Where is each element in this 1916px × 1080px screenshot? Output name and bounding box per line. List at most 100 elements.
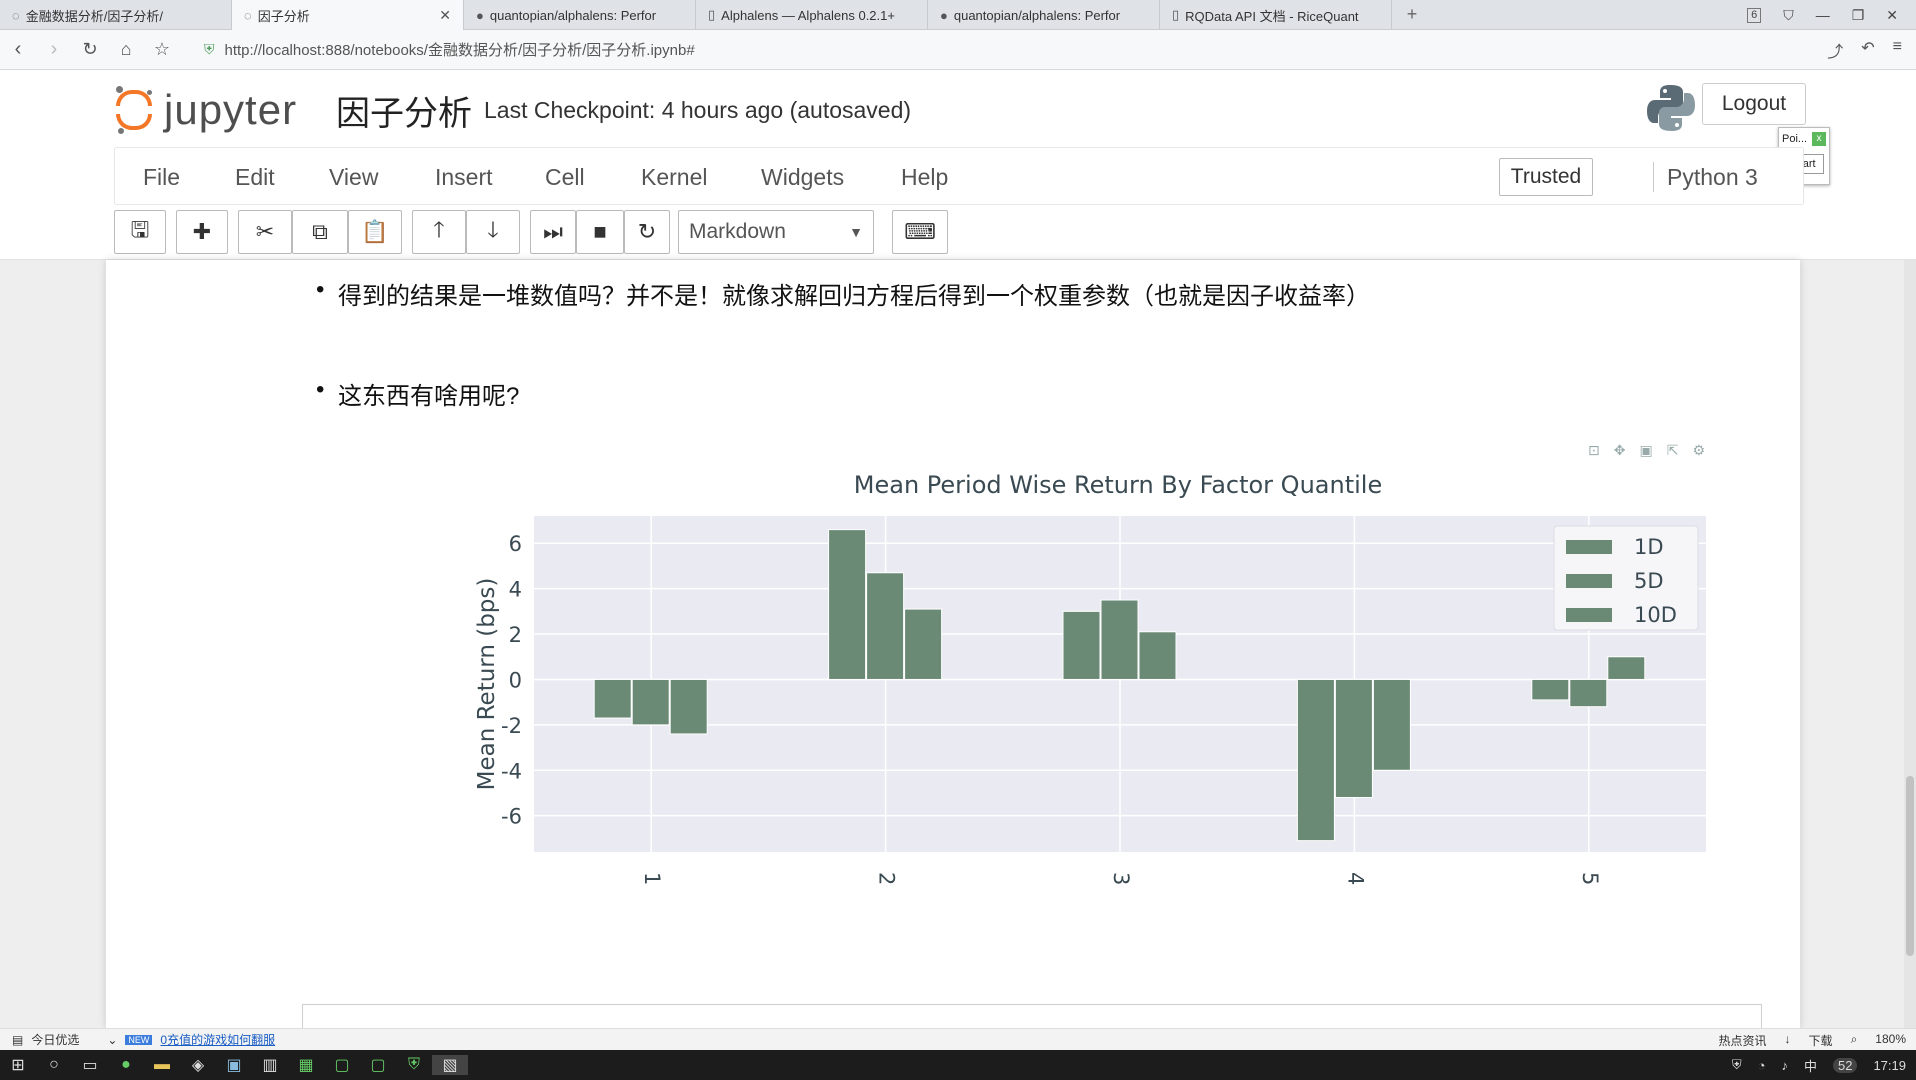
app-icon[interactable]: ▦ [288,1055,324,1075]
window-controls: 6 ⛉ — ❐ ✕ [1747,0,1916,30]
reload-icon[interactable]: ↻ [72,39,108,60]
bar-10D-q5 [1607,656,1646,680]
browser-tab[interactable]: ● quantopian/alphalens: Perfor [464,0,696,30]
app-icon[interactable]: ▣ [216,1055,252,1075]
tab-count-badge[interactable]: 6 [1747,7,1762,23]
browser-tab-active[interactable]: ◌ 因子分析 ✕ [232,0,464,30]
menu-insert[interactable]: Insert [435,148,493,206]
cell-type-select[interactable]: Markdown ▼ [678,210,874,254]
task-view-icon[interactable]: ▭ [72,1055,108,1075]
browser-tab[interactable]: ◌ 金融数据分析/因子分析/ [0,0,232,30]
y-tick-label: -2 [501,714,522,738]
news-label[interactable]: 热点资讯 [1719,1032,1767,1049]
menu-cell[interactable]: Cell [545,148,585,206]
share-icon[interactable]: ⤴ [1827,38,1843,62]
x-tick-label: 1 [640,872,664,885]
move-up-button[interactable]: 🡑 [412,210,466,254]
keyboard-icon: ⌨ [904,219,936,244]
close-window-icon[interactable]: ✕ [1886,7,1898,24]
home-icon[interactable]: ⌂ [108,39,144,60]
widget-close-button[interactable]: x [1812,132,1826,146]
browser-tab[interactable]: ● quantopian/alphalens: Perfor [928,0,1160,30]
insert-cell-button[interactable]: ✚ [176,210,228,254]
system-tray: ⛨ ◔ ♪ 中 52 17:19 [1732,1050,1906,1080]
bar-10D-q4 [1372,678,1411,771]
network-icon[interactable]: ◔ [1758,1058,1766,1073]
legend-swatch [1566,608,1612,622]
back-icon[interactable]: ‹ [0,38,36,61]
zoom-level[interactable]: 180% [1875,1032,1906,1049]
move-down-button[interactable]: 🡓 [466,210,520,254]
scrollbar[interactable] [1904,260,1916,1028]
loading-icon: ◌ [12,7,20,23]
app-icon[interactable]: ▢ [324,1055,360,1075]
kernel-name[interactable]: Python 3 [1667,148,1758,206]
download-icon[interactable]: ↓ [1785,1032,1791,1049]
tray-badge[interactable]: 52 [1832,1057,1858,1073]
step-forward-icon: ⏭ [543,219,563,244]
copy-button[interactable]: ⧉ [292,210,348,254]
scrollbar-thumb[interactable] [1906,776,1914,956]
ime-indicator[interactable]: 中 [1804,1056,1817,1075]
run-button[interactable]: ⏭ [530,210,576,254]
bar-1D-q1 [593,678,632,719]
bar-5D-q3 [1100,599,1139,680]
minimize-icon[interactable]: — [1816,7,1830,23]
close-tab-icon[interactable]: ✕ [439,7,451,24]
restore-icon[interactable]: ❐ [1852,7,1865,24]
menu-edit[interactable]: Edit [235,148,275,206]
shirt-icon[interactable]: ⛉ [1783,7,1794,24]
app-icon[interactable]: ● [108,1056,144,1074]
menu-widgets[interactable]: Widgets [761,148,844,206]
app-icon[interactable]: ▥ [252,1055,288,1075]
bar-chart: Mean Period Wise Return By Factor Quanti… [474,471,1706,885]
search-circle-icon[interactable]: ○ [36,1056,72,1074]
download-label[interactable]: 下载 [1809,1032,1833,1049]
logout-button[interactable]: Logout [1702,83,1806,125]
clock[interactable]: 17:19 [1873,1058,1906,1073]
cell-type-value: Markdown [689,220,786,243]
new-tab-button[interactable]: + [1392,0,1432,29]
command-palette-button[interactable]: ⌨ [892,210,948,254]
app-icon[interactable]: ▢ [360,1055,396,1075]
bar-1D-q4 [1296,678,1335,842]
menu-file[interactable]: File [143,148,180,206]
shield-icon[interactable]: ⛨ [1732,1057,1742,1073]
bar-5D-q4 [1334,678,1373,799]
x-tick-label: 5 [1578,872,1602,885]
forward-icon[interactable]: › [36,38,72,61]
chevron-down-icon[interactable]: ⌄ [107,1033,117,1047]
menu-kernel[interactable]: Kernel [641,148,707,206]
browser-tab[interactable]: ▯ Alphalens — Alphalens 0.2.1+ [696,0,928,30]
app-icon[interactable]: ◈ [180,1055,216,1075]
bar-5D-q2 [866,572,905,680]
menu-icon[interactable]: ≡ [1893,38,1902,62]
caret-down-icon: ▼ [849,224,863,240]
restart-button[interactable]: ↻ [624,210,670,254]
browser-app-icon[interactable]: ⛨ [396,1056,432,1074]
menu-help[interactable]: Help [901,148,948,206]
interrupt-button[interactable]: ■ [576,210,624,254]
browser-tab[interactable]: ▯ RQData API 文档 - RiceQuant [1160,0,1392,30]
save-button[interactable]: 🖫 [114,210,166,254]
windows-start-icon[interactable]: ⊞ [0,1055,36,1075]
star-icon[interactable]: ☆ [144,39,180,60]
jupyter-logo[interactable]: jupyter [114,80,297,140]
app-icon[interactable]: ▧ [432,1055,468,1075]
status-link[interactable]: 0充值的游戏如何翻服 [160,1031,275,1048]
trusted-indicator[interactable]: Trusted [1499,158,1593,196]
cut-button[interactable]: ✂ [238,210,292,254]
jupyter-logo-icon [114,86,154,134]
chart-title: Mean Period Wise Return By Factor Quanti… [854,471,1382,499]
restart-icon: ↻ [637,219,657,244]
search-icon[interactable]: ⌕ [1851,1032,1858,1049]
notebook-title[interactable]: 因子分析 [336,86,472,135]
folder-icon[interactable]: ▬ [144,1056,180,1074]
paste-button[interactable]: 📋 [348,210,402,254]
undo-icon[interactable]: ↶ [1861,38,1874,62]
menu-view[interactable]: View [329,148,378,206]
page-icon: ▯ [1172,7,1180,22]
url-field[interactable]: ⛨ http://localhost:888/notebooks/金融数据分析/… [204,36,1624,64]
status-left-label[interactable]: 今日优选 [31,1031,79,1048]
volume-icon[interactable]: ♪ [1781,1058,1788,1073]
